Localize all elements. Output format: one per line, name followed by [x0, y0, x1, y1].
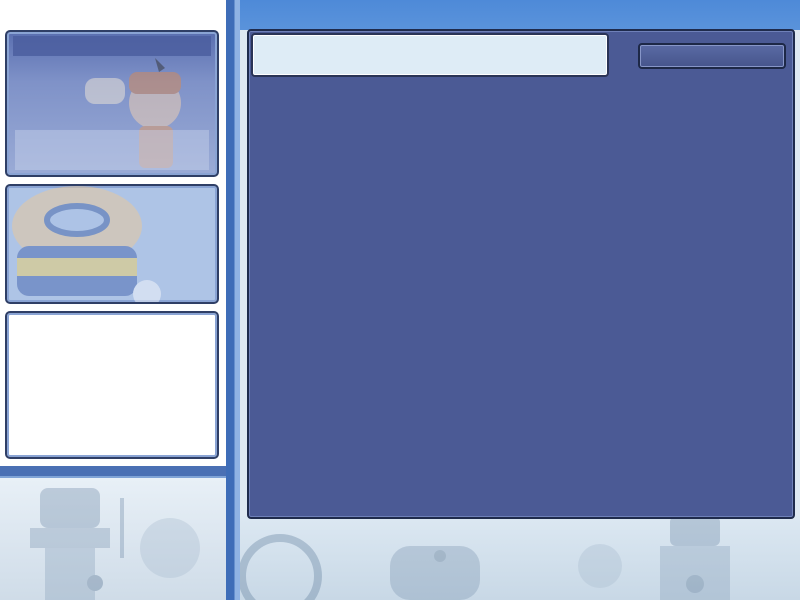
portrait-caption-area — [15, 130, 209, 170]
main-panel — [247, 29, 795, 519]
vertical-divider — [226, 0, 240, 600]
portrait-slot-2[interactable] — [5, 184, 219, 304]
robot-icon — [240, 516, 730, 600]
portrait-header-stripe — [13, 36, 211, 56]
bottom-scenery-background — [240, 516, 800, 600]
lighthouse-icon — [30, 488, 200, 600]
horizontal-divider — [0, 466, 226, 478]
character-portrait-icon — [12, 186, 161, 302]
top-header-band — [240, 0, 800, 30]
left-scenery-background — [0, 478, 226, 600]
action-button[interactable] — [638, 43, 786, 69]
message-input[interactable] — [251, 33, 609, 77]
info-panel — [5, 311, 219, 459]
portrait-slot-1[interactable] — [5, 30, 219, 177]
